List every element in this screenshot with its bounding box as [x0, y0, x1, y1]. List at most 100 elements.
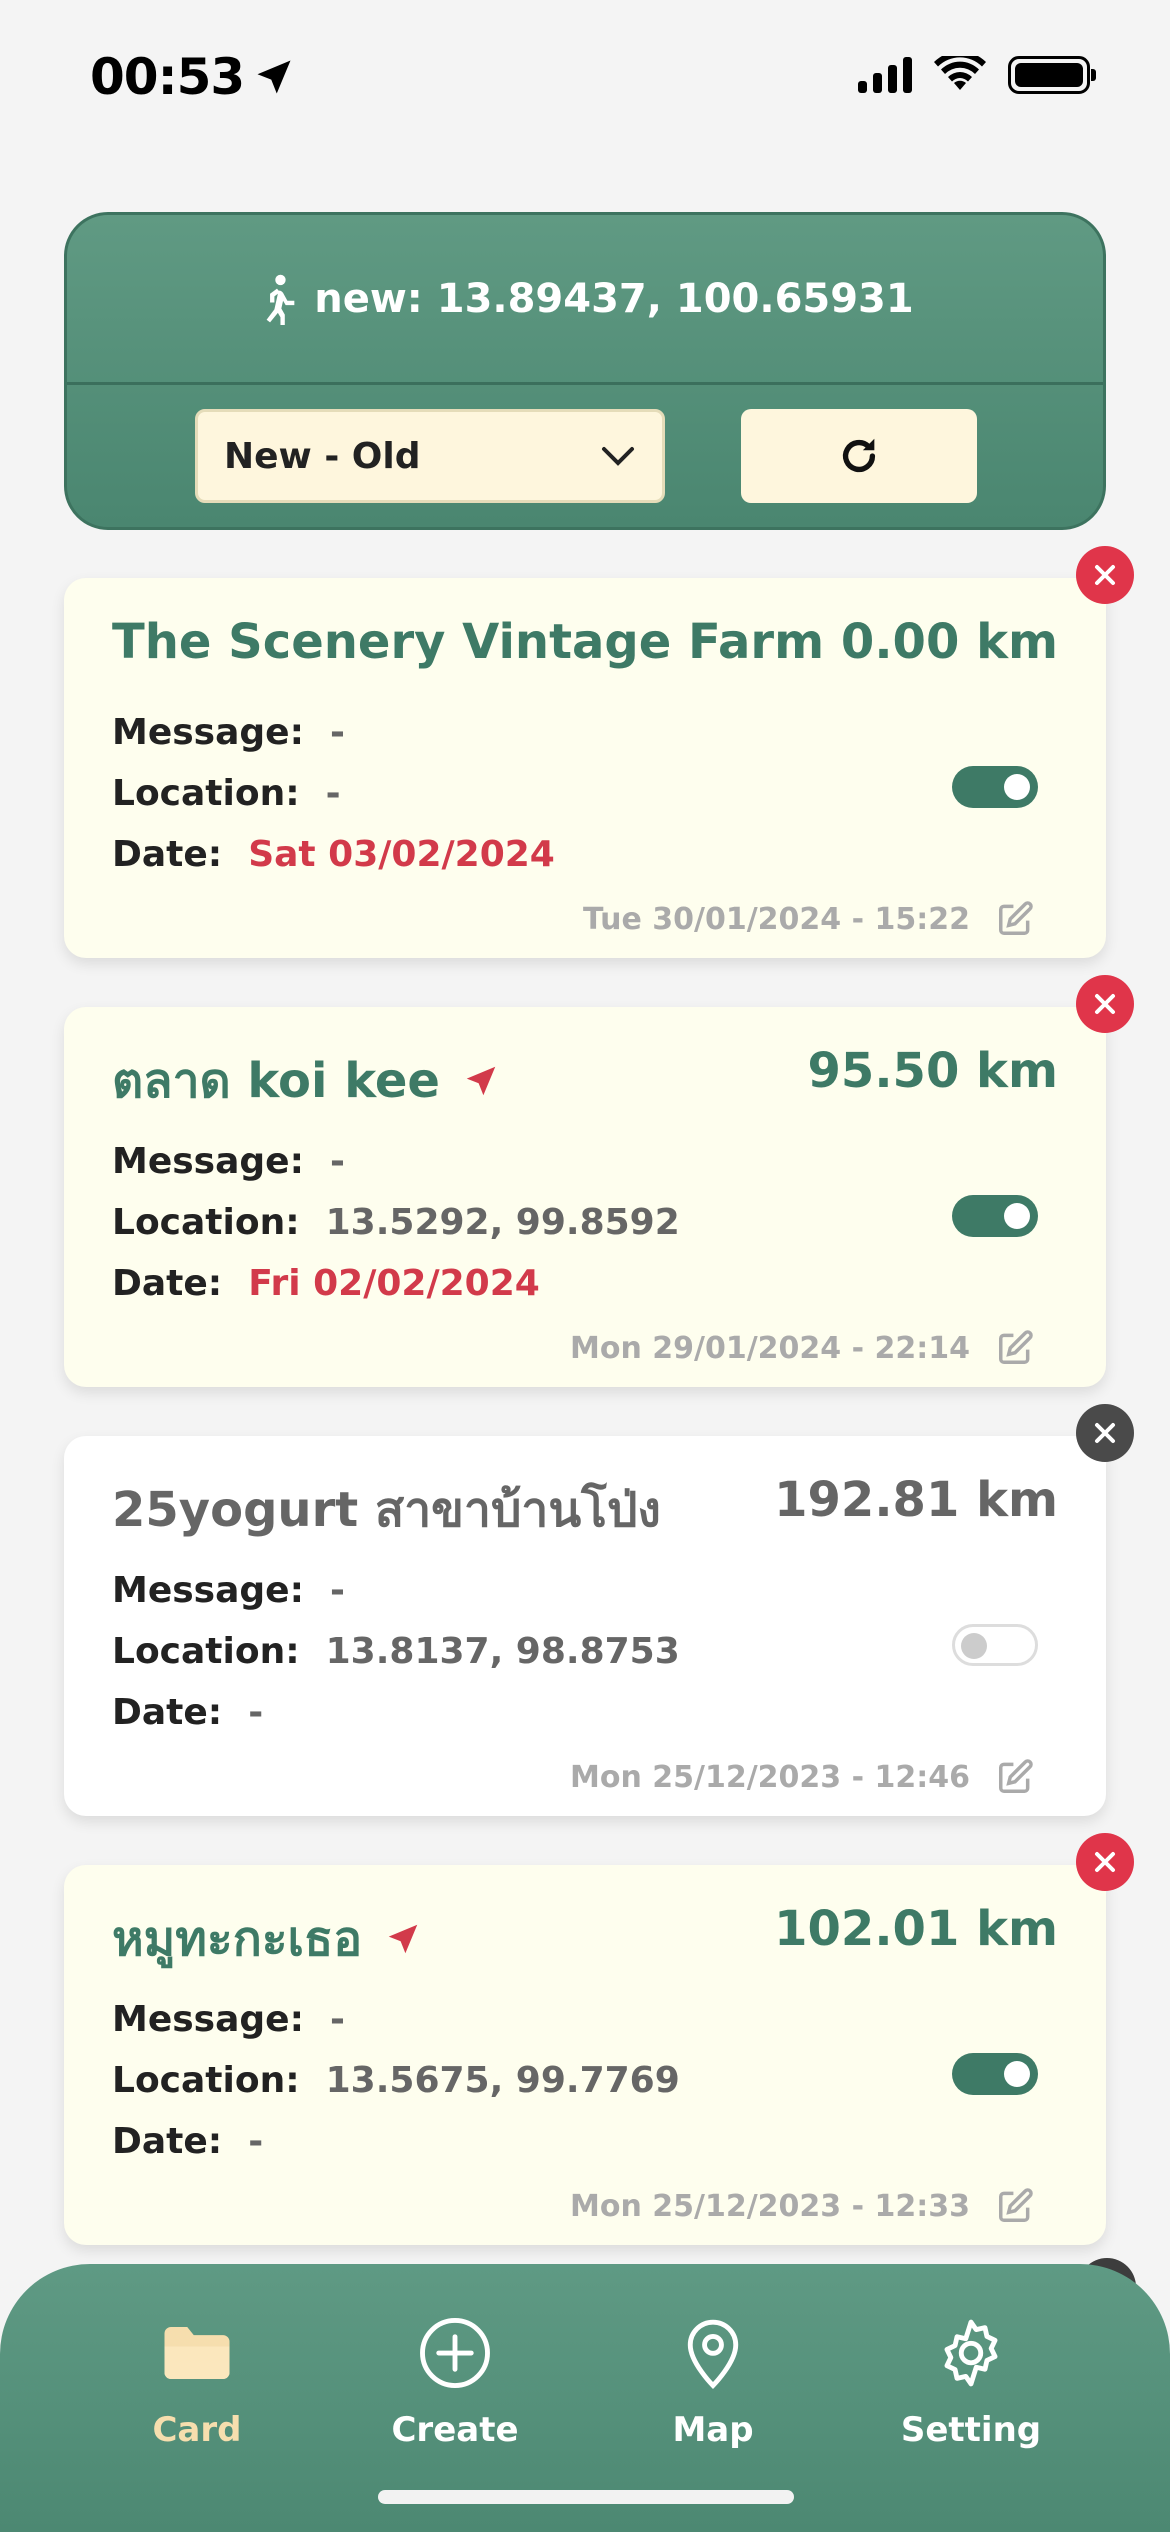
location-value: 13.8137, 98.8753	[325, 1631, 680, 1672]
message-row: Message: -	[112, 712, 345, 753]
nav-map-label: Map	[672, 2410, 754, 2450]
status-icons	[858, 56, 1096, 94]
message-value: -	[329, 1570, 345, 1611]
delete-button[interactable]	[1076, 1404, 1134, 1462]
date-label: Date:	[112, 2121, 223, 2162]
location-label: Location:	[112, 2060, 300, 2101]
edit-icon[interactable]	[996, 900, 1034, 938]
card-footer: Tue 30/01/2024 - 15:22	[583, 900, 1034, 938]
date-row: Date: Fri 02/02/2024	[112, 1263, 540, 1304]
nav-setting-label: Setting	[900, 2410, 1042, 2450]
delete-button[interactable]	[1076, 546, 1134, 604]
card-distance: 102.01 km	[774, 1901, 1058, 1957]
sort-select[interactable]: New - Old	[195, 409, 665, 503]
message-row: Message: -	[112, 1141, 345, 1182]
enable-toggle[interactable]	[952, 1624, 1038, 1666]
cellular-signal-icon	[858, 57, 912, 93]
card-title-text: The Scenery Vintage Farm	[112, 614, 825, 670]
location-card[interactable]: ตลาด koi kee 95.50 km Message: - Locatio…	[64, 975, 1134, 1387]
edit-icon[interactable]	[996, 1758, 1034, 1796]
card-distance: 0.00 km	[840, 614, 1058, 670]
card-title-text: 25yogurt สาขาบ้านโป่ง	[112, 1482, 661, 1538]
message-label: Message:	[112, 1999, 304, 2040]
sort-select-value: New - Old	[224, 435, 421, 477]
plus-circle-icon	[420, 2318, 490, 2388]
card-title: หมูทะกะเธอ	[112, 1901, 422, 1977]
date-label: Date:	[112, 1692, 223, 1733]
enable-toggle[interactable]	[952, 1195, 1038, 1237]
enable-toggle[interactable]	[952, 766, 1038, 808]
location-row: Location: 13.5675, 99.7769	[112, 2060, 680, 2101]
date-row: Date: -	[112, 1692, 263, 1733]
location-value: -	[325, 773, 341, 814]
card-distance: 95.50 km	[807, 1043, 1058, 1099]
card-title: 25yogurt สาขาบ้านโป่ง	[112, 1472, 661, 1548]
card-timestamp: Mon 25/12/2023 - 12:33	[569, 2188, 970, 2224]
card-distance: 192.81 km	[774, 1472, 1058, 1528]
location-value: 13.5675, 99.7769	[325, 2060, 680, 2101]
location-label: Location:	[112, 1631, 300, 1672]
card-title: ตลาด koi kee	[112, 1043, 500, 1119]
current-location: new: 13.89437, 100.65931	[67, 215, 1103, 385]
location-card[interactable]: หมูทะกะเธอ 102.01 km Message: - Location…	[64, 1833, 1134, 2245]
location-label: Location:	[112, 773, 300, 814]
refresh-button[interactable]	[741, 409, 977, 503]
card-footer: Mon 25/12/2023 - 12:46	[570, 1758, 1034, 1796]
nav-create-label: Create	[391, 2410, 519, 2450]
header-panel: new: 13.89437, 100.65931 New - Old	[64, 212, 1106, 530]
close-icon	[1095, 1423, 1115, 1443]
nav-setting[interactable]: Setting	[871, 2314, 1071, 2450]
header-controls: New - Old	[67, 385, 1103, 527]
message-row: Message: -	[112, 1570, 345, 1611]
message-label: Message:	[112, 1141, 304, 1182]
nav-card-label: Card	[152, 2410, 242, 2450]
location-row: Location: -	[112, 773, 341, 814]
card-footer: Mon 25/12/2023 - 12:33	[570, 2187, 1034, 2225]
battery-icon	[1008, 56, 1096, 94]
message-value: -	[329, 1999, 345, 2040]
close-icon	[1095, 565, 1115, 585]
wifi-icon	[934, 56, 986, 94]
card-footer: Mon 29/01/2024 - 22:14	[570, 1329, 1034, 1367]
card-title: The Scenery Vintage Farm	[112, 614, 824, 670]
date-value: -	[248, 2121, 264, 2162]
delete-button[interactable]	[1076, 975, 1134, 1033]
gear-icon	[944, 2319, 998, 2387]
location-arrow-icon	[257, 60, 291, 94]
location-label: Location:	[112, 1202, 300, 1243]
folder-icon	[164, 2327, 230, 2379]
location-card[interactable]: The Scenery Vintage Farm 0.00 km Message…	[64, 546, 1134, 958]
location-row: Location: 13.8137, 98.8753	[112, 1631, 680, 1672]
card-title-text: หมูทะกะเธอ	[112, 1911, 363, 1967]
enable-toggle[interactable]	[952, 2053, 1038, 2095]
location-row: Location: 13.5292, 99.8592	[112, 1202, 680, 1243]
date-label: Date:	[112, 1263, 223, 1304]
card-timestamp: Tue 30/01/2024 - 15:22	[582, 901, 970, 937]
message-label: Message:	[112, 1570, 304, 1611]
close-icon	[1095, 1852, 1115, 1872]
nav-card[interactable]: Card	[97, 2314, 297, 2450]
status-time: 00:53	[90, 48, 296, 106]
date-row: Date: Sat 03/02/2024	[112, 834, 555, 875]
navigation-arrow-icon	[388, 1924, 418, 1954]
status-bar: 00:53	[0, 0, 1170, 150]
nav-create[interactable]: Create	[355, 2314, 555, 2450]
date-value: Sat 03/02/2024	[248, 834, 555, 875]
date-row: Date: -	[112, 2121, 263, 2162]
refresh-icon	[842, 438, 876, 473]
location-card[interactable]: 25yogurt สาขาบ้านโป่ง 192.81 km Message:…	[64, 1404, 1134, 1816]
close-icon	[1095, 994, 1115, 1014]
location-value: 13.5292, 99.8592	[325, 1202, 680, 1243]
delete-button[interactable]	[1076, 1833, 1134, 1891]
card-title-text: ตลาด koi kee	[112, 1053, 440, 1109]
edit-icon[interactable]	[996, 2187, 1034, 2225]
home-indicator[interactable]	[378, 2490, 794, 2504]
nav-map[interactable]: Map	[613, 2314, 813, 2450]
card-timestamp: Mon 29/01/2024 - 22:14	[569, 1330, 970, 1366]
message-value: -	[329, 1141, 345, 1182]
status-time-text: 00:53	[90, 48, 245, 106]
edit-icon[interactable]	[996, 1329, 1034, 1367]
message-label: Message:	[112, 712, 304, 753]
card-timestamp: Mon 25/12/2023 - 12:46	[569, 1759, 970, 1795]
map-pin-icon	[687, 2319, 739, 2389]
